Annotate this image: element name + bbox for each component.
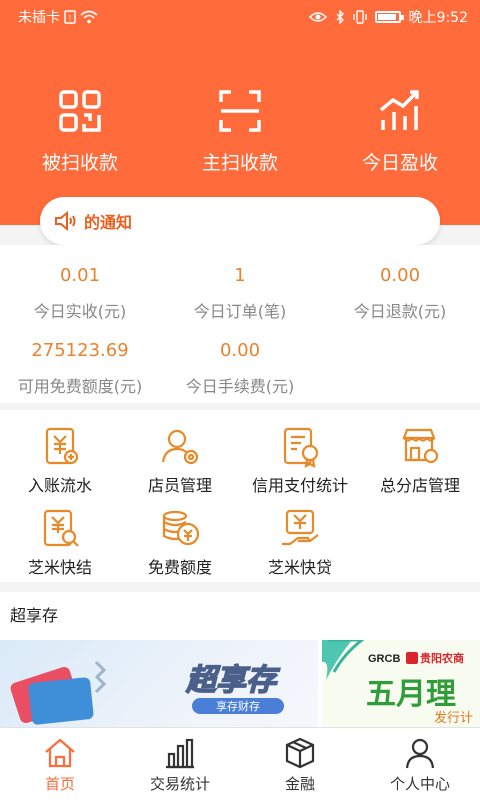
credit-report-icon [283, 427, 319, 468]
qr-code-icon [59, 90, 101, 132]
svg-text:发行计: 发行计 [434, 710, 473, 725]
active-scan-button[interactable]: 主扫收款 [160, 88, 320, 178]
person-icon [405, 738, 435, 769]
tab-label: 首页 [44, 775, 75, 793]
stat-label: 今日退款(元) [353, 302, 447, 321]
section-title: 超享存 [10, 606, 59, 625]
menu-item-label: 芝米快结 [27, 558, 92, 577]
speaker-icon [55, 210, 76, 232]
bar-chart-icon [379, 90, 419, 130]
stat-label: 今日实收(元) [33, 302, 127, 321]
menu-item-label: 免费额度 [147, 558, 212, 577]
menu-item-quick-settle[interactable]: 芝米快结 [0, 506, 120, 578]
stat-value: 1 [234, 265, 246, 286]
feature-menu: 入账流水 店员管理 信用支付统计 总分店管理 芝米快结 免费额度 芝米快贷 [0, 410, 480, 582]
active-scan-label: 主扫收款 [201, 152, 278, 174]
quick-actions: 被扫收款 主扫收款 今日盈收 [0, 88, 480, 178]
svg-text:贵阳农商: 贵阳农商 [420, 651, 464, 665]
tab-label: 交易统计 [149, 775, 210, 793]
menu-item-free-quota[interactable]: 免费额度 [120, 506, 240, 578]
svg-text:五月理: 五月理 [366, 678, 456, 711]
tab-label: 金融 [284, 775, 315, 793]
stat-refunds: 0.00 今日退款(元) [320, 265, 480, 322]
quick-settle-icon [43, 509, 79, 547]
notice-text: 的通知 [84, 213, 133, 232]
home-icon [45, 738, 75, 768]
vibrate-icon [352, 10, 367, 24]
ledger-icon [45, 427, 79, 465]
menu-item-label: 入账流水 [27, 476, 92, 495]
sim-icon: ! [64, 10, 76, 24]
tab-finance[interactable]: 金融 [240, 728, 360, 800]
stat-orders: 1 今日订单(笔) [160, 265, 320, 322]
menu-item-label: 店员管理 [147, 476, 212, 495]
menu-item-label: 芝米快贷 [267, 558, 332, 577]
store-icon [402, 428, 439, 464]
banner-art: GRCB 贵阳农商 五月理 发行计 [322, 640, 473, 725]
stat-value: 0.00 [379, 265, 421, 286]
header-banner: 未插卡 ! 晚上9:52 被扫收款 主扫收款 今日盈收 [0, 0, 480, 225]
tab-transactions[interactable]: 交易统计 [120, 728, 240, 800]
wifi-icon [80, 10, 98, 24]
promo-section: 超享存 超享存 享存财存 GRCB 贵阳农商 五月理 发行计 [0, 592, 480, 727]
passive-scan-button[interactable]: 被扫收款 [0, 88, 160, 178]
stat-value: 0.01 [59, 265, 101, 286]
stats-icon [166, 738, 194, 769]
menu-item-credit-stats[interactable]: 信用支付统计 [240, 424, 360, 496]
notice-bar[interactable]: 的通知 [40, 197, 440, 245]
banner-art: 超享存 享存财存 [10, 660, 284, 725]
staff-icon [161, 429, 199, 465]
menu-item-loan[interactable]: 芝米快贷 [240, 506, 360, 578]
tab-label: 个人中心 [389, 775, 450, 793]
battery-icon [374, 11, 404, 23]
stat-label: 今日手续费(元) [185, 377, 295, 396]
passive-scan-label: 被扫收款 [41, 152, 118, 174]
coins-icon [162, 510, 200, 546]
stat-received: 0.01 今日实收(元) [0, 265, 160, 322]
tab-profile[interactable]: 个人中心 [360, 728, 480, 800]
stat-value: 0.00 [219, 340, 261, 361]
cube-icon [285, 737, 315, 769]
svg-text:享存财存: 享存财存 [216, 699, 260, 713]
menu-item-branches[interactable]: 总分店管理 [360, 424, 480, 496]
bluetooth-icon [336, 10, 344, 24]
tab-home[interactable]: 首页 [0, 728, 120, 800]
promo-banner-bank[interactable]: GRCB 贵阳农商 五月理 发行计 [322, 640, 480, 727]
stat-label: 可用免费额度(元) [17, 377, 143, 396]
scan-icon [219, 90, 261, 132]
menu-item-ledger[interactable]: 入账流水 [0, 424, 120, 496]
status-bar: 未插卡 ! 晚上9:52 [0, 0, 480, 32]
stat-label: 今日订单(笔) [193, 302, 287, 321]
stat-value: 275123.69 [31, 340, 129, 361]
menu-item-label: 信用支付统计 [251, 476, 348, 495]
promo-banner-chaoxiang[interactable]: 超享存 享存财存 [0, 640, 318, 727]
clock: 晚上9:52 [408, 10, 468, 26]
stat-fees: 0.00 今日手续费(元) [160, 340, 320, 397]
svg-text:GRCB: GRCB [368, 653, 400, 665]
menu-item-label: 总分店管理 [379, 476, 460, 495]
svg-text:超享存: 超享存 [185, 664, 281, 697]
carrier-label: 未插卡 [18, 10, 60, 26]
menu-item-staff[interactable]: 店员管理 [120, 424, 240, 496]
svg-text:!: ! [68, 14, 71, 23]
eye-icon [308, 12, 327, 22]
loan-icon [282, 509, 319, 546]
stats-panel: 0.01 今日实收(元) 1 今日订单(笔) 0.00 今日退款(元) 2751… [0, 245, 480, 403]
stat-free-quota: 275123.69 可用免费额度(元) [0, 340, 160, 397]
bottom-tab-bar: 首页 交易统计 金融 个人中心 [0, 727, 480, 800]
today-revenue-button[interactable]: 今日盈收 [320, 88, 480, 178]
today-revenue-label: 今日盈收 [361, 152, 438, 174]
